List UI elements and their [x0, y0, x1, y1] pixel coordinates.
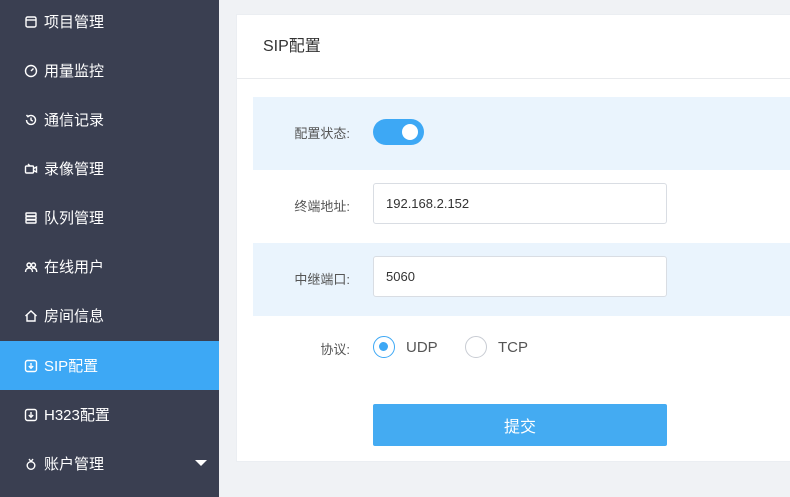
port-label: 中继端口:: [294, 272, 350, 287]
download-icon: [24, 408, 38, 422]
project-icon: [24, 15, 38, 29]
radio-label-tcp: TCP: [498, 338, 528, 356]
sidebar-item-queue[interactable]: 队列管理: [0, 193, 219, 242]
address-row: 终端地址:: [253, 170, 790, 243]
sidebar-item-label: H323配置: [44, 407, 110, 424]
sip-config-panel: SIP配置 配置状态: 终端地址: 中继端口: 协议: UDP TCP 提交: [236, 14, 790, 462]
status-row: 配置状态:: [253, 97, 790, 170]
sidebar-item-h323-config[interactable]: H323配置: [0, 390, 219, 439]
sidebar-item-records[interactable]: 通信记录: [0, 95, 219, 144]
sidebar-item-label: 录像管理: [44, 161, 105, 178]
protocol-label: 协议:: [320, 342, 350, 357]
gauge-icon: [24, 64, 38, 78]
sidebar-item-sip-config[interactable]: SIP配置: [0, 341, 219, 390]
sidebar: 项目管理 用量监控 通信记录 录像管理 队列管理 在线用户 房间信息 SIP配置…: [0, 0, 219, 497]
chevron-down-icon[interactable]: [195, 460, 207, 466]
sidebar-item-usage[interactable]: 用量监控: [0, 46, 219, 95]
account-icon: [24, 457, 38, 471]
sidebar-item-label: 在线用户: [44, 259, 105, 276]
sidebar-item-label: 用量监控: [44, 63, 105, 80]
address-label: 终端地址:: [294, 199, 350, 214]
radio-circle: [465, 336, 487, 358]
sidebar-item-label: 通信记录: [44, 112, 105, 129]
page-title: SIP配置: [237, 15, 790, 79]
radio-udp[interactable]: UDP: [373, 336, 438, 358]
port-row: 中继端口:: [253, 243, 790, 316]
home-icon: [24, 309, 38, 323]
submit-button[interactable]: 提交: [373, 404, 667, 446]
address-input[interactable]: [373, 183, 667, 224]
status-toggle[interactable]: [373, 119, 424, 145]
video-icon: [24, 162, 38, 176]
toggle-knob: [402, 124, 418, 140]
download-icon: [24, 359, 38, 373]
radio-circle-checked: [373, 336, 395, 358]
sidebar-item-label: 房间信息: [44, 308, 105, 325]
sidebar-item-project[interactable]: 项目管理: [0, 0, 219, 46]
queue-icon: [24, 211, 38, 225]
protocol-row: 协议: UDP TCP: [253, 313, 790, 386]
sidebar-item-account[interactable]: 账户管理: [0, 439, 219, 488]
sidebar-item-label: 项目管理: [44, 14, 105, 31]
sidebar-item-label: SIP配置: [44, 358, 99, 375]
history-icon: [24, 113, 38, 127]
sidebar-item-label: 队列管理: [44, 210, 105, 227]
sidebar-item-online-users[interactable]: 在线用户: [0, 242, 219, 291]
users-icon: [24, 260, 38, 274]
radio-tcp[interactable]: TCP: [465, 336, 528, 358]
port-input[interactable]: [373, 256, 667, 297]
radio-label-udp: UDP: [406, 338, 438, 356]
sidebar-item-room-info[interactable]: 房间信息: [0, 291, 219, 340]
sidebar-item-video[interactable]: 录像管理: [0, 144, 219, 193]
sidebar-item-label: 账户管理: [44, 456, 105, 473]
status-label: 配置状态:: [294, 126, 350, 141]
